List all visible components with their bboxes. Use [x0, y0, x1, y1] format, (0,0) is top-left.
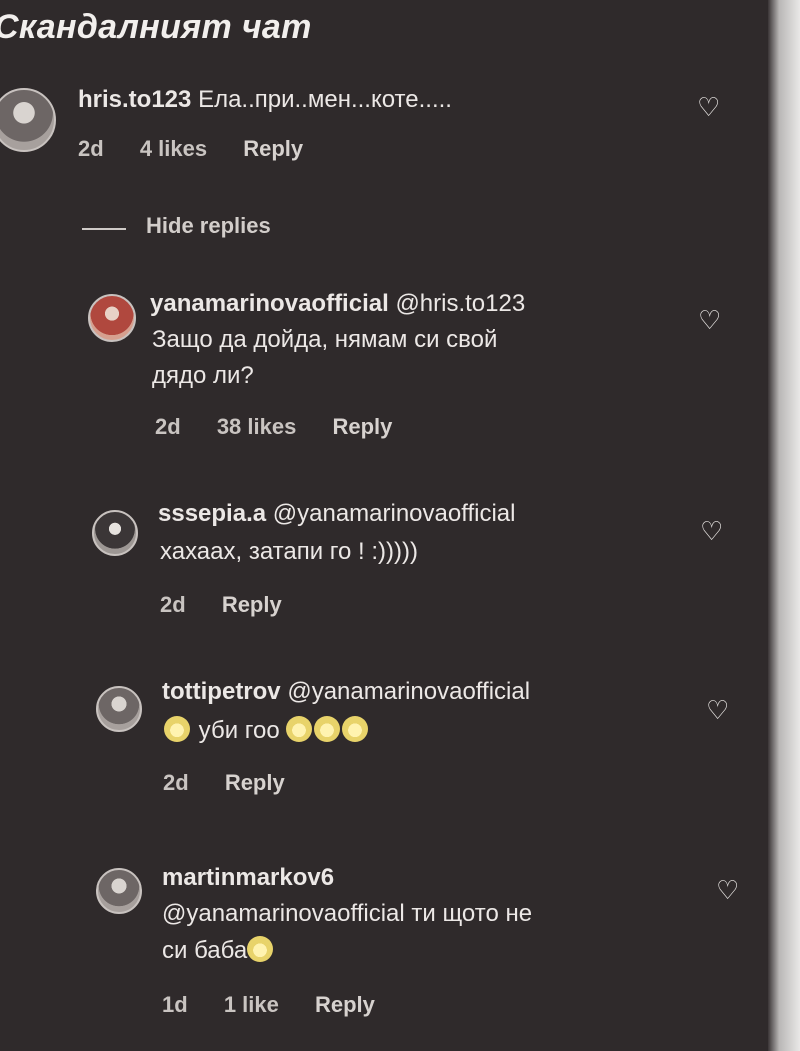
avatar[interactable]	[96, 686, 142, 732]
comment-text-line: hris.to123 Ела..при..мен...коте.....	[78, 86, 452, 114]
comment-meta: 2d Reply	[160, 592, 312, 618]
timestamp: 2d	[163, 770, 189, 795]
comment-meta: 2d 4 likes Reply	[78, 136, 333, 162]
comment-meta: 1d 1 like Reply	[162, 992, 405, 1018]
comment-text: Защо да дойда, нямам си свой	[152, 326, 498, 353]
comment-text: хахаах, затапи го ! :)))))	[160, 538, 419, 565]
username[interactable]: tottipetrov	[162, 678, 281, 705]
hide-replies-divider	[82, 228, 126, 230]
comment-text: уби гоо	[198, 717, 280, 744]
username[interactable]: hris.to123	[78, 86, 191, 113]
comment-text: @yanamarinovaofficial ти щото не	[162, 900, 533, 927]
comment-text-line: martinmarkov6	[162, 864, 334, 892]
heart-icon[interactable]: ♡	[706, 697, 729, 723]
comment-text-line: си баба	[162, 936, 275, 965]
comment-meta: 2d Reply	[163, 770, 315, 796]
mention[interactable]: @hris.to123	[395, 290, 525, 317]
avatar[interactable]	[96, 868, 142, 914]
reply-button[interactable]: Reply	[332, 414, 392, 439]
timestamp: 2d	[155, 414, 181, 439]
heart-icon[interactable]: ♡	[698, 307, 721, 333]
comment-text-line: уби гоо	[164, 716, 370, 745]
laughing-emoji-icon	[164, 716, 190, 742]
reply-button[interactable]: Reply	[222, 592, 282, 617]
reply-button[interactable]: Reply	[243, 136, 303, 161]
laughing-emoji-icon	[314, 716, 341, 742]
likes-count[interactable]: 4 likes	[140, 136, 207, 161]
username[interactable]: yanamarinovaofficial	[150, 290, 389, 317]
timestamp: 2d	[78, 136, 104, 161]
comment-text: дядо ли?	[152, 362, 254, 389]
comment-text-line: yanamarinovaofficial @hris.to123	[150, 290, 525, 318]
comment-text: Ела..при..мен...коте.....	[198, 86, 452, 113]
heart-icon[interactable]: ♡	[716, 877, 739, 903]
likes-count[interactable]: 1 like	[224, 992, 279, 1017]
timestamp: 2d	[160, 592, 186, 617]
avatar[interactable]	[0, 88, 56, 152]
comment-text-line: tottipetrov @yanamarinovaofficial	[162, 678, 530, 706]
username[interactable]: sssepia.a	[158, 500, 266, 527]
avatar[interactable]	[92, 510, 138, 556]
comment-meta: 2d 38 likes Reply	[155, 414, 422, 440]
page-title: Скандалният чат	[0, 8, 312, 46]
reply-button[interactable]: Reply	[315, 992, 375, 1017]
comment-text-line: sssepia.a @yanamarinovaofficial	[158, 500, 515, 528]
laughing-emoji-icon	[342, 716, 369, 742]
laughing-emoji-icon	[286, 716, 313, 742]
avatar[interactable]	[88, 294, 136, 342]
mention[interactable]: @yanamarinovaofficial	[273, 500, 516, 527]
hide-replies-button[interactable]: Hide replies	[146, 213, 271, 239]
mention[interactable]: @yanamarinovaofficial	[287, 678, 530, 705]
laughing-emoji-icon	[247, 936, 274, 962]
likes-count[interactable]: 38 likes	[217, 414, 297, 439]
reply-button[interactable]: Reply	[225, 770, 285, 795]
timestamp: 1d	[162, 992, 188, 1017]
heart-icon[interactable]: ♡	[697, 94, 720, 120]
username[interactable]: martinmarkov6	[162, 864, 334, 891]
heart-icon[interactable]: ♡	[700, 518, 723, 544]
paper-edge	[768, 0, 800, 1051]
comment-text: си баба	[162, 937, 248, 964]
